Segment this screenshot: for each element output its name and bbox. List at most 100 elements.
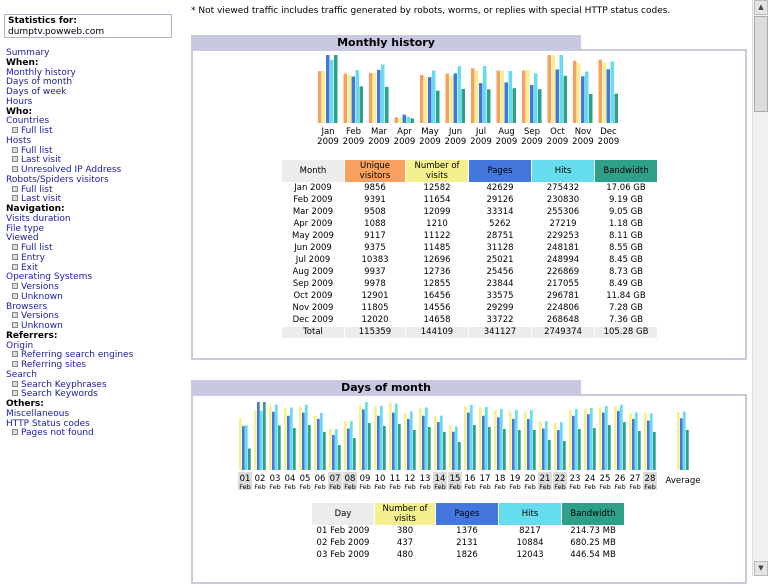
scroll-up-arrow-icon[interactable]: ▲ [754, 0, 768, 15]
menu-item-label: Hours [6, 96, 33, 107]
bar-unique-visitors-10 [547, 55, 551, 123]
table-cell: 11654 [423, 195, 451, 205]
day-month-label: Feb [569, 483, 581, 491]
table-cell: 8.73 GB [608, 267, 644, 277]
bar-bandwidth-11 [589, 93, 593, 123]
traffic-note: * Not viewed traffic includes traffic ge… [191, 6, 671, 16]
menu-item-label: Others: [6, 399, 44, 409]
table-cell: 33722 [486, 315, 514, 325]
day-month-label: Feb [539, 483, 551, 491]
table-cell: Dec 2009 [292, 315, 334, 325]
bar-pages-1 [326, 55, 330, 123]
column-header: Number of visits [375, 503, 435, 525]
bar-unique-visitors-7 [471, 68, 475, 123]
table-cell: 16456 [423, 291, 451, 301]
bar-number-of-visits-1 [322, 71, 326, 123]
day-bar-bandwidth-26 [623, 422, 626, 470]
month-label: Sep [524, 127, 540, 137]
total-cell: 105.28 GB [595, 327, 657, 338]
menu-item-label: Unknown [21, 291, 63, 302]
table-cell: 1210 [426, 219, 448, 229]
day-month-label: Feb [314, 483, 326, 491]
day-bar-hits-06 [320, 412, 323, 470]
day-bar-bandwidth-11 [398, 424, 401, 470]
menu-item-label: HTTP Status codes [6, 418, 90, 429]
table-cell: Jun 2009 [294, 243, 332, 253]
day-bar-hits-20 [530, 410, 533, 470]
day-bar-hits-13 [425, 407, 428, 470]
day-bar-number-of-visits-19 [509, 411, 512, 470]
year-label: 2009 [470, 137, 492, 147]
subitem-bullet-icon [12, 146, 18, 153]
day-month-label: Feb [269, 483, 281, 491]
table-cell: 12582 [423, 183, 451, 193]
table-row: Aug 2009 9937 12736 25456 226869 8.73 GB [282, 267, 657, 278]
table-cell: 42629 [486, 183, 514, 193]
bar-hits-2 [355, 70, 359, 123]
day-bar-number-of-visits-07 [329, 429, 332, 470]
day-bar-hits-02 [260, 410, 263, 470]
column-header: Bandwidth [562, 503, 624, 525]
scrollbar-thumb[interactable] [754, 16, 768, 112]
subitem-bullet-icon [12, 156, 18, 163]
column-header: Hits [499, 503, 561, 525]
month-label: Nov [575, 127, 592, 137]
subitem-bullet-icon [12, 351, 18, 358]
day-bar-number-of-visits-02 [254, 410, 257, 470]
day-bar-pages-18 [497, 417, 500, 470]
bar-bandwidth-9 [538, 89, 542, 123]
menu-item-label: Navigation: [6, 204, 65, 214]
day-bar-number-of-visits-21 [539, 421, 542, 470]
day-bar-number-of-visits-25 [599, 407, 602, 470]
table-cell: 23844 [486, 279, 514, 289]
day-bar-bandwidth-22 [563, 441, 566, 470]
year-label: 2009 [368, 137, 390, 147]
table-cell: 7.28 GB [608, 303, 644, 313]
table-cell: 380 [396, 526, 414, 536]
menu-item-label: Miscellaneous [6, 408, 70, 419]
menu-item-pages-not-found[interactable]: Pages not found [6, 428, 133, 439]
table-row: Jul 2009 10383 12696 25021 248994 8.45 GB [282, 255, 657, 266]
scroll-down-arrow-icon[interactable]: ▼ [754, 561, 768, 576]
table-cell: 10884 [516, 538, 544, 548]
month-label: Jan [320, 127, 334, 137]
subitem-bullet-icon [12, 361, 18, 367]
bar-pages-3 [377, 69, 381, 123]
day-bar-hits-08 [350, 421, 353, 470]
day-bar-bandwidth-25 [608, 425, 611, 470]
bar-hits-12 [610, 61, 614, 123]
day-bar-bandwidth-28 [653, 432, 656, 470]
menu-item-label: Versions [21, 311, 59, 322]
day-bar-hits-28 [650, 413, 653, 470]
table-cell: 255306 [546, 207, 580, 217]
table-cell: 9508 [364, 207, 386, 217]
menu-item-label: Full list [21, 126, 53, 136]
day-bar-pages-25 [602, 412, 605, 470]
vertical-scrollbar[interactable]: ▲ ▼ [752, 0, 768, 576]
day-bar-hits-03 [275, 404, 278, 470]
table-row: 03 Feb 2009 480 1826 12043 446.54 MB [312, 550, 624, 561]
sidebar-menu: Summary When: Monthly history Days of month… [6, 48, 133, 439]
table-cell: 12696 [423, 255, 451, 265]
table-cell: 14658 [423, 315, 451, 325]
day-bar-number-of-visits-01 [239, 418, 242, 470]
table-cell: Apr 2009 [293, 219, 333, 229]
day-bar-bandwidth-03 [278, 425, 281, 470]
day-month-label: Feb [509, 483, 521, 491]
table-cell: 12099 [423, 207, 451, 217]
day-bar-pages-23 [572, 415, 575, 470]
day-bar-pages-15 [452, 431, 455, 470]
table-row: Apr 2009 1088 1210 5262 27219 1.18 GB [282, 219, 657, 230]
menu-item-label: Robots/Spiders visitors [6, 174, 109, 185]
total-cell: 341127 [469, 327, 531, 338]
bar-hits-3 [381, 64, 385, 123]
table-cell: 296781 [546, 291, 580, 301]
bar-bandwidth-6 [461, 88, 465, 123]
day-bar-bandwidth-20 [533, 430, 536, 470]
table-cell: 680.25 MB [570, 538, 616, 548]
subitem-bullet-icon [12, 292, 18, 299]
year-label: 2009 [394, 137, 416, 147]
bar-hits-5 [432, 70, 436, 123]
menu-item-label: Operating Systems [6, 272, 93, 283]
day-bar-number-of-visits-17 [479, 407, 482, 470]
